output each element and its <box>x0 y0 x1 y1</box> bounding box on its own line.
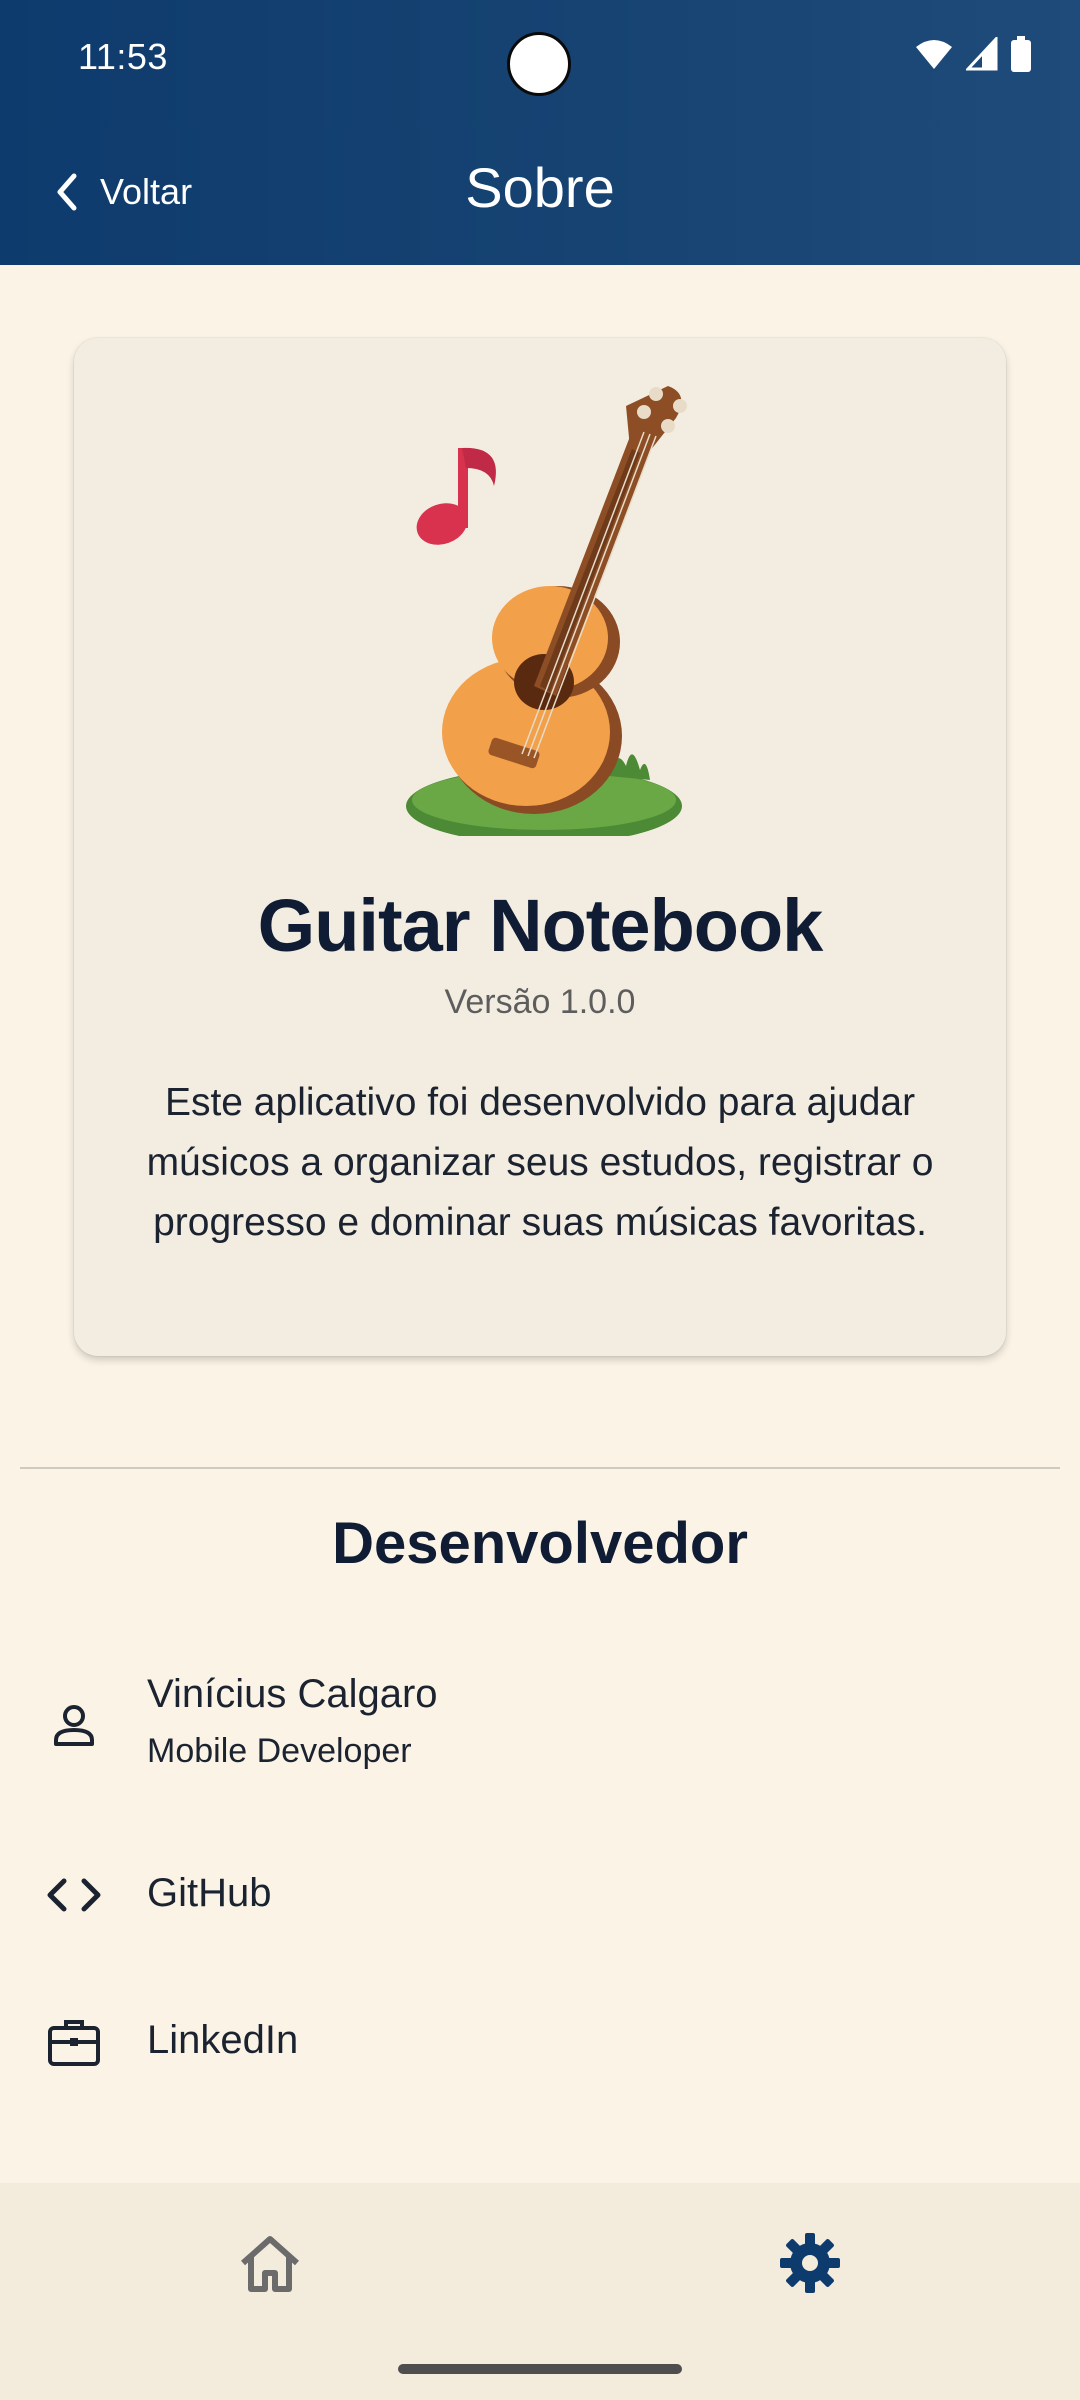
wifi-icon <box>916 40 952 69</box>
gear-icon <box>780 2233 840 2293</box>
status-icons <box>914 36 1032 72</box>
section-divider <box>20 1467 1060 1469</box>
home-icon <box>241 2236 299 2292</box>
app-name: Guitar Notebook <box>257 884 824 967</box>
page-title: Sobre <box>465 156 615 219</box>
camera-cutout <box>507 32 571 96</box>
about-card: Guitar Notebook Versão 1.0.0 Este aplica… <box>74 338 1006 1356</box>
signal-icon <box>966 37 998 71</box>
developer-row[interactable]: Vinícius Calgaro Mobile Developer <box>0 1660 1080 1800</box>
linkedin-label: LinkedIn <box>147 2018 299 2062</box>
app-header: 11:53 Voltar Sobre <box>0 0 1080 265</box>
app-version: Versão 1.0.0 <box>444 983 636 1021</box>
guitar-illustration <box>406 386 687 836</box>
nav-settings[interactable] <box>760 2218 860 2308</box>
battery-icon <box>1011 36 1031 72</box>
person-icon <box>54 1705 94 1746</box>
app-description: Este aplicativo foi desenvolvido para aj… <box>146 1081 934 1244</box>
linkedin-link[interactable]: LinkedIn <box>0 2002 1080 2082</box>
github-label: GitHub <box>147 1871 272 1915</box>
developer-section-title: Desenvolvedor <box>332 1511 748 1576</box>
developer-role: Mobile Developer <box>147 1732 412 1770</box>
home-indicator[interactable] <box>398 2364 682 2374</box>
github-link[interactable]: GitHub <box>0 1855 1080 1935</box>
code-icon <box>47 1878 101 1912</box>
status-time: 11:53 <box>78 36 168 77</box>
nav-home[interactable] <box>220 2218 320 2308</box>
developer-name: Vinícius Calgaro <box>147 1672 438 1716</box>
briefcase-icon <box>48 2020 100 2066</box>
